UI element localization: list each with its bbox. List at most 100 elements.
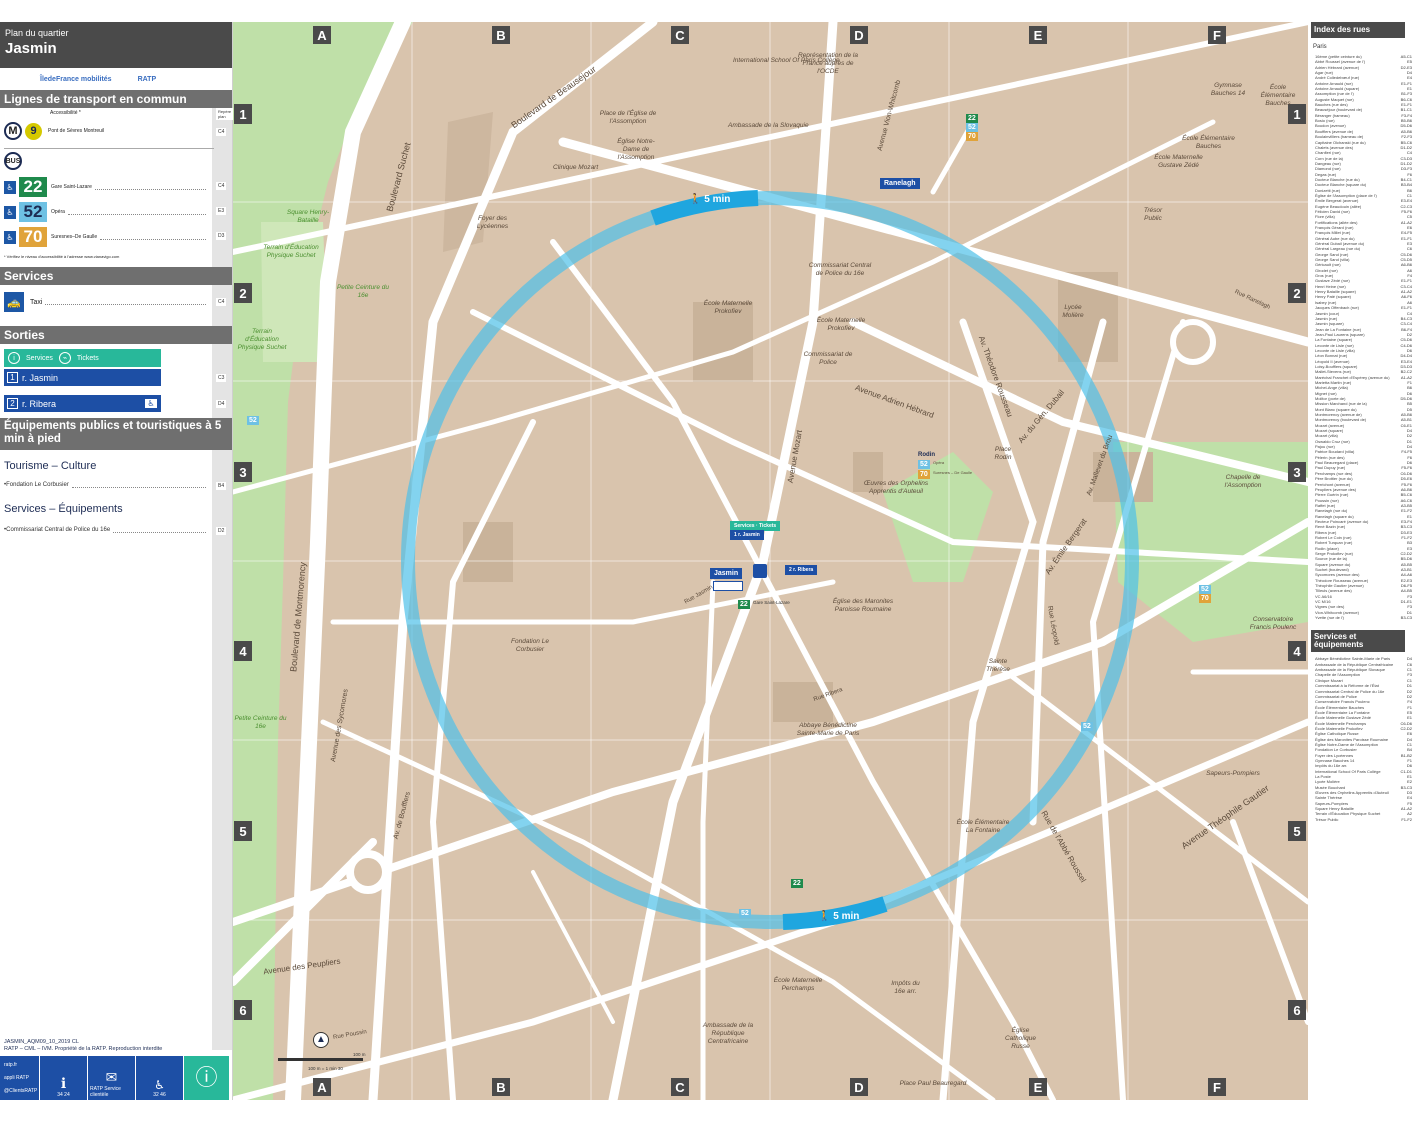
exit-services-bar[interactable]: i Services ⌁ Tickets (4, 349, 161, 367)
title-box: Plan du quartier Jasmin (0, 22, 232, 68)
phone-3246[interactable]: ♿ 32 46 (136, 1056, 184, 1100)
poi-label[interactable]: Ambassade de la Slovaquie (728, 122, 809, 130)
poi-label[interactable]: Square Henry-Bataille (283, 209, 333, 225)
poi-label[interactable]: Représentation de la France auprès de l'… (793, 52, 863, 76)
poi-label[interactable]: Petite Ceinture du 16e (333, 284, 393, 300)
poi-label[interactable]: Sapeurs-Pompiers (1203, 770, 1263, 778)
poi-label[interactable]: Gymnase Bauches 14 (1208, 82, 1248, 98)
poi-label[interactable]: Fondation Le Corbusier (505, 638, 555, 654)
tickets-button[interactable]: Tickets (77, 355, 99, 362)
metro-row[interactable]: M 9 Pont de Sèvres Montreuil (4, 122, 209, 140)
grid-row-3-right: 3 (1288, 462, 1306, 482)
poi-label[interactable]: Lycée Molière (1058, 304, 1088, 320)
exit-2-marker[interactable]: 2 r. Ribera (785, 565, 818, 575)
bus-line-badge: 70 (19, 227, 47, 247)
poi-label[interactable]: Commissariat de Police (803, 351, 853, 367)
taxi-row[interactable]: 🚕 Taxi (4, 292, 209, 312)
neighbourhood-map[interactable]: A B C D E F A B C D E F 1 2 3 4 5 6 1 2 … (233, 22, 1308, 1100)
poi-label[interactable]: Commissariat Central de Police du 16e (805, 262, 875, 278)
poi-label[interactable]: Petite Ceinture du 16e (233, 715, 288, 731)
info-icon[interactable]: ⓘ (184, 1056, 230, 1100)
social-links[interactable]: ratp.fr appli RATP @ClientsRATP (0, 1056, 40, 1100)
grid-col-d-bottom: D (850, 1078, 868, 1096)
bus-ref: E3 (216, 207, 227, 215)
bus-stop-22-north[interactable]: 22 (966, 114, 978, 123)
bus-row-70[interactable]: ♿ 70 Suresnes–De Gaulle (4, 227, 209, 247)
poi-label[interactable]: Ambassade de la République Centrafricain… (698, 1022, 758, 1046)
accessibility-note: * Vérifiez le niveau d'accessibilité à l… (4, 254, 120, 259)
poi-label[interactable]: Clinique Mozart (553, 164, 598, 172)
poi-label[interactable]: École Élémentaire Bauches (1181, 135, 1236, 151)
map-page: Plan du quartier Jasmin ÎledeFrance mobi… (0, 0, 1416, 1122)
poi-label[interactable]: Œuvres des Orphelins Apprentis d'Auteuil (861, 480, 931, 496)
poi-label[interactable]: Église Catholique Russe (1003, 1027, 1038, 1051)
poi-label[interactable]: Trésor Public (1138, 207, 1168, 223)
wheelchair-icon: ♿ (145, 399, 157, 408)
poi-label[interactable]: Foyer des Lycéennes (465, 215, 520, 231)
taxi-label: Taxi (30, 298, 43, 306)
station-jasmin[interactable]: Jasmin (710, 568, 743, 579)
wheelchair-icon: ♿ (4, 180, 16, 194)
poi-label[interactable]: École Élémentaire Bauches (1258, 84, 1298, 108)
scale-end: 100 m (353, 1052, 366, 1057)
bus-line-badge: 22 (19, 177, 47, 197)
exit-1[interactable]: 1 r. Jasmin (4, 369, 161, 386)
grid-row-1: 1 (234, 104, 252, 124)
bus-stop-52[interactable]: 52 (918, 460, 930, 469)
poi-label[interactable]: Abbaye Bénédictine Sainte-Marie de Paris (793, 722, 863, 738)
poi-label[interactable]: École Maternelle Perchamps (768, 977, 828, 993)
tourisme-heading: Tourisme – Culture (4, 460, 97, 472)
bus-stop-52-east[interactable]: 52 (1199, 585, 1211, 594)
servequip-item[interactable]: • Commissariat Central de Police du 16e (4, 527, 209, 533)
poi-label[interactable]: École Maternelle Prokofiev (698, 300, 758, 316)
poi-label[interactable]: École Maternelle Gustave Zédé (1151, 154, 1206, 170)
phone-3424[interactable]: ℹ 34 24 (40, 1056, 88, 1100)
bus-stop-52-west[interactable]: 52 (247, 416, 259, 425)
exit-1-marker[interactable]: 1 r. Jasmin (730, 530, 764, 540)
poi-label[interactable]: Terrain d'Éducation Physique Suchet (237, 328, 287, 352)
station-ranelagh[interactable]: Ranelagh (880, 178, 920, 189)
index-service-entry[interactable]: Trésor Public F1-F2 (1315, 817, 1412, 822)
grid-col-b: B (492, 26, 510, 44)
rodin-opera: Opéra (933, 460, 945, 465)
bus-stop-70-east[interactable]: 70 (1199, 594, 1211, 603)
bus-stop-52-se[interactable]: 52 (1081, 722, 1093, 731)
bus-stop-52-south[interactable]: 52 (739, 909, 751, 918)
bus-row-52[interactable]: ♿ 52 Opéra (4, 202, 209, 222)
poi-label[interactable]: Place Paul Beauregard (898, 1080, 968, 1088)
bus-row-22[interactable]: ♿ 22 Gare Saint-Lazare (4, 177, 209, 197)
poi-label[interactable]: Terrain d'Éducation Physique Suchet (261, 244, 321, 260)
mail-service[interactable]: ✉ RATP Service clientèle (88, 1056, 136, 1100)
wheelchair-icon: ♿ (4, 205, 16, 219)
grid-col-c: C (671, 26, 689, 44)
poi-label[interactable]: Église Notre-Dame de l'Assomption (611, 138, 661, 162)
poi-label[interactable]: Chapelle de l'Assomption (1213, 474, 1273, 490)
bus-stop-22[interactable]: 22 (738, 600, 750, 609)
contacts-bar: ratp.fr appli RATP @ClientsRATP ℹ 34 24 ✉ RA… (0, 1056, 232, 1100)
poi-label[interactable]: Place Rodin (988, 446, 1018, 462)
bus-stop-70[interactable]: 70 (918, 470, 930, 479)
poi-label[interactable]: Sainte Thérèse (978, 658, 1018, 674)
poi-label[interactable]: Impôts du 16e arr. (888, 980, 923, 996)
poi-label[interactable]: Place de l'Église de l'Assomption (598, 110, 658, 126)
grid-row-3: 3 (234, 462, 252, 482)
bus-stop-rodin[interactable]: Rodin (918, 452, 935, 458)
bus-destination: Suresnes–De Gaulle (51, 234, 98, 240)
index-street-entry[interactable]: Yvette (rue de l') B3-C3 (1315, 615, 1412, 620)
poi-label[interactable]: Conservatoire Francis Poulenc (1243, 616, 1303, 632)
ratp-logo: RATP (137, 75, 157, 83)
taxi-ref: C4 (216, 298, 227, 306)
tourisme-item[interactable]: • Fondation Le Corbusier (4, 482, 209, 488)
bus-stop-70-north[interactable]: 70 (966, 132, 978, 141)
poi-label[interactable]: École Maternelle Prokofiev (811, 317, 871, 333)
rodin-suresnes: Suresnes – De Gaulle (933, 470, 973, 475)
services-button[interactable]: Services (26, 355, 53, 362)
exit-2[interactable]: 2 r. Ribera ♿ (4, 395, 161, 412)
metro-ref: C4 (216, 128, 227, 136)
bus-stop-22-south[interactable]: 22 (791, 879, 803, 888)
poi-label[interactable]: Église des Maronites Paroisse Roumaine (828, 598, 898, 614)
grid-row-6: 6 (234, 1000, 252, 1020)
poi-label[interactable]: École Élémentaire La Fontaine (953, 819, 1013, 835)
bus-stop-52-north[interactable]: 52 (966, 123, 978, 132)
idf-logo: ÎledeFrance mobilités (40, 75, 112, 83)
